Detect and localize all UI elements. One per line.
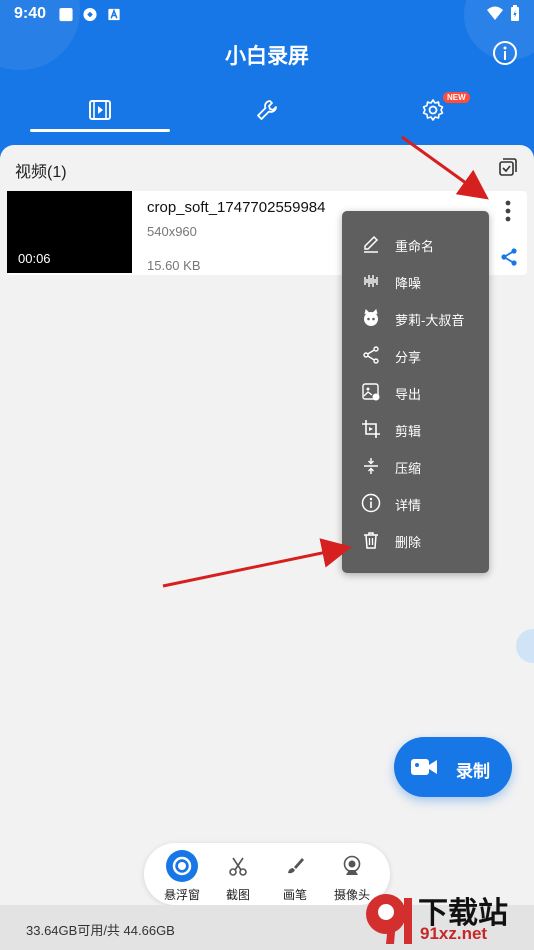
webcam-icon bbox=[335, 849, 369, 883]
menu-item-label: 导出 bbox=[395, 387, 422, 402]
video-size: 15.60 KB bbox=[147, 258, 201, 273]
video-context-menu: 重命名 降噪 萝莉-大叔音 分享 导出 剪辑 压缩 详情 删除 bbox=[342, 211, 489, 573]
trash-icon bbox=[364, 532, 378, 549]
film-icon bbox=[89, 100, 111, 120]
video-thumbnail[interactable]: 00:06 bbox=[7, 191, 132, 273]
menu-item-label: 压缩 bbox=[395, 461, 422, 476]
scissors-icon bbox=[221, 849, 255, 883]
video-duration: 00:06 bbox=[18, 251, 51, 266]
video-filename: crop_soft_1747702559984 bbox=[147, 199, 326, 216]
more-options-icon[interactable] bbox=[501, 199, 515, 223]
site-watermark: 下载站 91xz.net bbox=[358, 888, 528, 946]
pencil-icon bbox=[364, 235, 379, 253]
menu-item-label: 详情 bbox=[395, 498, 422, 513]
menu-item-denoise[interactable]: 降噪 bbox=[342, 262, 489, 299]
watermark-logo-icon bbox=[366, 894, 412, 944]
video-camera-icon bbox=[411, 759, 437, 775]
tool-floating-window[interactable]: 悬浮窗 bbox=[154, 843, 210, 905]
record-button[interactable]: 录制 bbox=[394, 737, 512, 797]
status-bar: 9:40 bbox=[0, 0, 534, 28]
voice-mask-icon bbox=[364, 309, 378, 326]
tool-label: 画笔 bbox=[282, 888, 307, 902]
app-header: 9:40 小白录屏 NEW bbox=[0, 0, 534, 160]
menu-item-label: 删除 bbox=[395, 535, 422, 550]
menu-item-export[interactable]: 导出 bbox=[342, 373, 489, 410]
info-icon bbox=[361, 493, 381, 513]
tab-settings[interactable]: NEW bbox=[363, 86, 503, 134]
export-image-icon bbox=[362, 383, 380, 401]
menu-item-delete[interactable]: 删除 bbox=[342, 521, 489, 558]
menu-item-label: 重命名 bbox=[395, 239, 435, 254]
floating-window-icon bbox=[165, 849, 199, 883]
a-notification-icon bbox=[108, 8, 120, 21]
waveform-icon bbox=[364, 275, 378, 287]
tab-tools[interactable] bbox=[197, 86, 337, 134]
compress-icon bbox=[364, 458, 378, 474]
app-notification-icon bbox=[83, 7, 97, 22]
record-label: 录制 bbox=[456, 762, 490, 781]
section-title: 视频(1) bbox=[15, 164, 67, 181]
menu-item-voice-change[interactable]: 萝莉-大叔音 bbox=[342, 299, 489, 336]
status-right bbox=[486, 5, 520, 22]
about-info-icon[interactable] bbox=[492, 40, 518, 66]
status-time: 9:40 bbox=[14, 5, 47, 22]
menu-item-details[interactable]: 详情 bbox=[342, 484, 489, 521]
crop-icon bbox=[362, 420, 380, 438]
multi-select-icon[interactable] bbox=[498, 157, 518, 177]
bottom-toolbar: 悬浮窗 截图 画笔 摄像头 bbox=[144, 843, 390, 905]
video-resolution: 540x960 bbox=[147, 224, 197, 239]
tool-label: 截图 bbox=[225, 888, 250, 902]
tool-screenshot[interactable]: 截图 bbox=[210, 843, 266, 905]
brush-icon bbox=[278, 849, 312, 883]
wrench-icon bbox=[257, 100, 277, 120]
menu-item-label: 分享 bbox=[395, 350, 422, 365]
tool-label: 悬浮窗 bbox=[163, 888, 200, 902]
menu-item-label: 萝莉-大叔音 bbox=[395, 313, 465, 328]
watermark-url: 91xz.net bbox=[420, 924, 488, 943]
menu-item-share[interactable]: 分享 bbox=[342, 336, 489, 373]
menu-item-edit[interactable]: 剪辑 bbox=[342, 410, 489, 447]
tool-brush[interactable]: 画笔 bbox=[267, 843, 323, 905]
app-title: 小白录屏 bbox=[225, 45, 309, 68]
new-badge: NEW bbox=[443, 92, 470, 103]
share-icon[interactable] bbox=[499, 247, 519, 267]
share-icon bbox=[363, 346, 379, 364]
wifi-icon bbox=[487, 6, 503, 20]
floating-side-handle[interactable] bbox=[516, 629, 534, 663]
menu-item-label: 剪辑 bbox=[395, 424, 422, 439]
menu-item-label: 降噪 bbox=[395, 276, 422, 291]
storage-text: 33.64GB可用/共 44.66GB bbox=[26, 923, 175, 938]
tab-videos[interactable] bbox=[30, 86, 170, 134]
menu-item-rename[interactable]: 重命名 bbox=[342, 225, 489, 262]
tab-indicator bbox=[30, 129, 170, 132]
notification-square-icon bbox=[59, 7, 73, 22]
gear-icon bbox=[422, 99, 444, 121]
menu-item-compress[interactable]: 压缩 bbox=[342, 447, 489, 484]
battery-icon bbox=[511, 5, 519, 21]
main-tabs: NEW bbox=[0, 86, 534, 134]
